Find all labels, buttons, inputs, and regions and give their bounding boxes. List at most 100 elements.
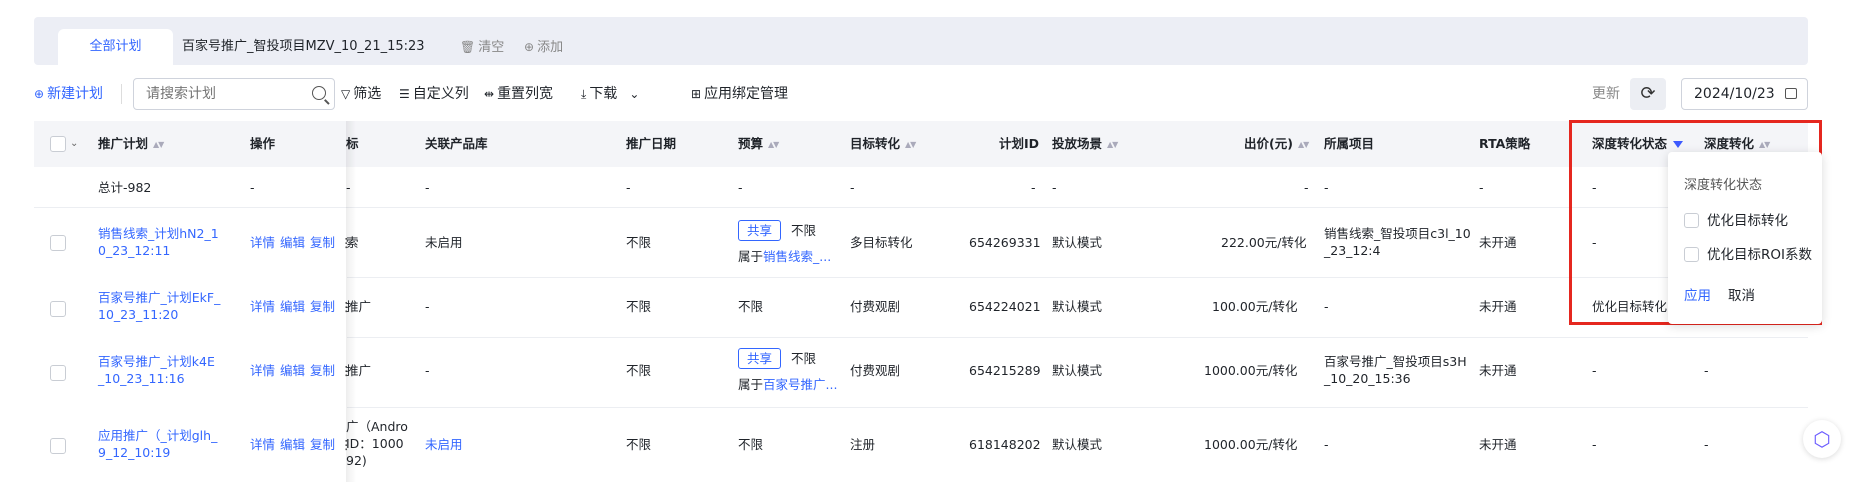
search-input[interactable]	[134, 79, 294, 109]
rta-cell: 未开通	[1479, 363, 1517, 378]
detail-link[interactable]: 详情	[250, 437, 275, 452]
copy-link[interactable]: 复制	[310, 363, 335, 378]
row-actions: 详情编辑复制⋮	[250, 234, 353, 251]
date-cell: 不限	[626, 299, 652, 314]
frozen-divider	[346, 121, 356, 482]
option-optimize-roi[interactable]: 优化目标ROI系数	[1684, 243, 1812, 263]
cancel-button[interactable]: 取消	[1728, 284, 1755, 304]
column-width-icon: ⇹	[484, 87, 495, 101]
row-checkbox[interactable]	[50, 235, 66, 251]
chevron-down-icon[interactable]: ⌄	[70, 135, 78, 152]
bid-cell: 1000.00元/转化	[1204, 437, 1298, 452]
row-checkbox[interactable]	[50, 301, 66, 317]
date-cell: 不限	[626, 363, 652, 378]
plan-name-link[interactable]: 销售线索_计划hN2_1 0_23_12:11	[98, 225, 219, 259]
plan-name-link[interactable]: 百家号推广_计划k4E _10_23_11:16	[98, 353, 215, 387]
app-binding-button[interactable]: ⊞ 应用绑定管理	[691, 78, 788, 110]
frozen-header	[34, 121, 347, 167]
update-label: 更新	[1592, 86, 1620, 102]
project-line: 销售线索_智投项目c3l_10	[1324, 226, 1471, 241]
apply-button[interactable]: 应用	[1684, 284, 1711, 304]
budget-limit: 不限	[791, 351, 817, 366]
edit-link[interactable]: 编辑	[280, 363, 305, 378]
assistant-icon[interactable]: ⬡	[1803, 420, 1841, 458]
copy-link[interactable]: 复制	[310, 299, 335, 314]
rta-cell: 未开通	[1479, 299, 1517, 314]
plan-name-line: 百家号推广_计划k4E	[98, 354, 215, 369]
product-lib-cell: -	[425, 363, 430, 378]
copy-link[interactable]: 复制	[310, 437, 335, 452]
date-picker[interactable]: 2024/10/23	[1681, 78, 1808, 110]
plan-tabs-bar: 全部计划 百家号推广_智投项目MZV_10_21_15:23 🗑 清空 ⊕ 添加	[34, 17, 1808, 65]
divider	[121, 84, 122, 104]
download-label: 下载	[589, 86, 618, 102]
plan-name-link[interactable]: 百家号推广_计划EkF_ 10_23_11:20	[98, 289, 220, 323]
col-scene[interactable]: 投放场景 ▲▼	[1052, 135, 1118, 153]
tab-all-plans[interactable]: 全部计划	[58, 29, 173, 65]
checkbox[interactable]	[1684, 213, 1699, 228]
budget-link[interactable]: 销售线索_...	[763, 249, 831, 264]
edit-link[interactable]: 编辑	[280, 235, 305, 250]
scene-cell: 默认模式	[1052, 235, 1103, 250]
refresh-button[interactable]: ⟳	[1630, 78, 1666, 110]
col-scene-label: 投放场景	[1052, 136, 1103, 151]
popup-title: 深度转化状态	[1684, 178, 1763, 193]
detail-link[interactable]: 详情	[250, 299, 275, 314]
project-line: _10_20_15:36	[1324, 371, 1411, 386]
option-optimize-target[interactable]: 优化目标转化	[1684, 209, 1788, 229]
grid-icon: ⊞	[691, 87, 702, 101]
add-label: 添加	[537, 40, 564, 55]
edit-link[interactable]: 编辑	[280, 299, 305, 314]
plan-name-line: 销售线索_计划hN2_1	[98, 226, 219, 241]
col-plan[interactable]: 推广计划 ▲▼	[98, 135, 164, 153]
filter-button[interactable]: ▽ 筛选	[341, 78, 381, 110]
col-bid[interactable]: 出价(元) ▲▼	[1244, 135, 1309, 153]
plan-name-line: _10_23_11:16	[98, 371, 185, 386]
total-scene: -	[1052, 180, 1057, 195]
reset-width-button[interactable]: ⇹ 重置列宽	[484, 78, 553, 110]
row-actions: 详情编辑复制⋮	[250, 436, 353, 453]
edit-link[interactable]: 编辑	[280, 437, 305, 452]
copy-link[interactable]: 复制	[310, 235, 335, 250]
scene-cell: 默认模式	[1052, 363, 1103, 378]
clear-button[interactable]: 🗑 清空	[460, 29, 504, 65]
budget-link[interactable]: 百家号推广...	[763, 377, 837, 392]
select-all-checkbox[interactable]	[50, 136, 66, 152]
deep-conv-cell: -	[1704, 437, 1709, 452]
option-label: 优化目标ROI系数	[1707, 247, 1812, 263]
plus-circle-icon: ⊕	[34, 87, 45, 101]
target-conv-cell: 付费观剧	[850, 363, 901, 378]
plan-name-line: 应用推广（_计划glh_	[98, 428, 218, 443]
search-icon[interactable]	[312, 86, 326, 100]
project-cell: -	[1324, 299, 1329, 314]
sort-icon: ▲▼	[153, 140, 164, 149]
row-checkbox[interactable]	[50, 365, 66, 381]
tab-project[interactable]: 百家号推广_智投项目MZV_10_21_15:23	[182, 29, 425, 65]
custom-columns-button[interactable]: ☰ 自定义列	[399, 78, 469, 110]
detail-link[interactable]: 详情	[250, 235, 275, 250]
new-plan-button[interactable]: ⊕ 新建计划	[34, 78, 103, 110]
detail-link[interactable]: 详情	[250, 363, 275, 378]
product-lib-cell[interactable]: 未启用	[425, 436, 463, 453]
option-label: 优化目标转化	[1707, 213, 1788, 229]
plan-name-line: 10_23_11:20	[98, 307, 179, 322]
plan-name-line: 0_23_12:11	[98, 243, 171, 258]
calendar-icon	[1785, 88, 1797, 99]
sort-icon: ▲▼	[1297, 140, 1309, 149]
col-budget[interactable]: 预算 ▲▼	[738, 135, 779, 153]
bid-cell: 100.00元/转化	[1212, 299, 1298, 314]
plan-id-cell: 618148202	[969, 437, 1041, 452]
checkbox[interactable]	[1684, 247, 1699, 262]
col-target-conv[interactable]: 目标转化 ▲▼	[850, 135, 916, 153]
col-rta: RTA策略	[1479, 136, 1531, 151]
bid-cell: 222.00元/转化	[1221, 235, 1307, 250]
download-button[interactable]: ⤓ 下载 ⌄	[581, 78, 639, 110]
row-checkbox[interactable]	[50, 438, 66, 454]
budget-belong-cell: 属于销售线索_...	[738, 248, 831, 265]
plan-id-cell: 654215289	[969, 363, 1041, 378]
add-button[interactable]: ⊕ 添加	[524, 29, 563, 65]
target-conv-cell: 多目标转化	[850, 235, 913, 250]
toolbar: ⊕新建计划 ▽筛选 ☰自定义列 ⇹重置列宽 ⤓下载⌄ ⊞应用绑定管理 更新 ⟳ …	[34, 78, 1808, 110]
rta-cell: 未开通	[1479, 235, 1517, 250]
plan-name-link[interactable]: 应用推广（_计划glh_ 9_12_10:19	[98, 427, 217, 461]
